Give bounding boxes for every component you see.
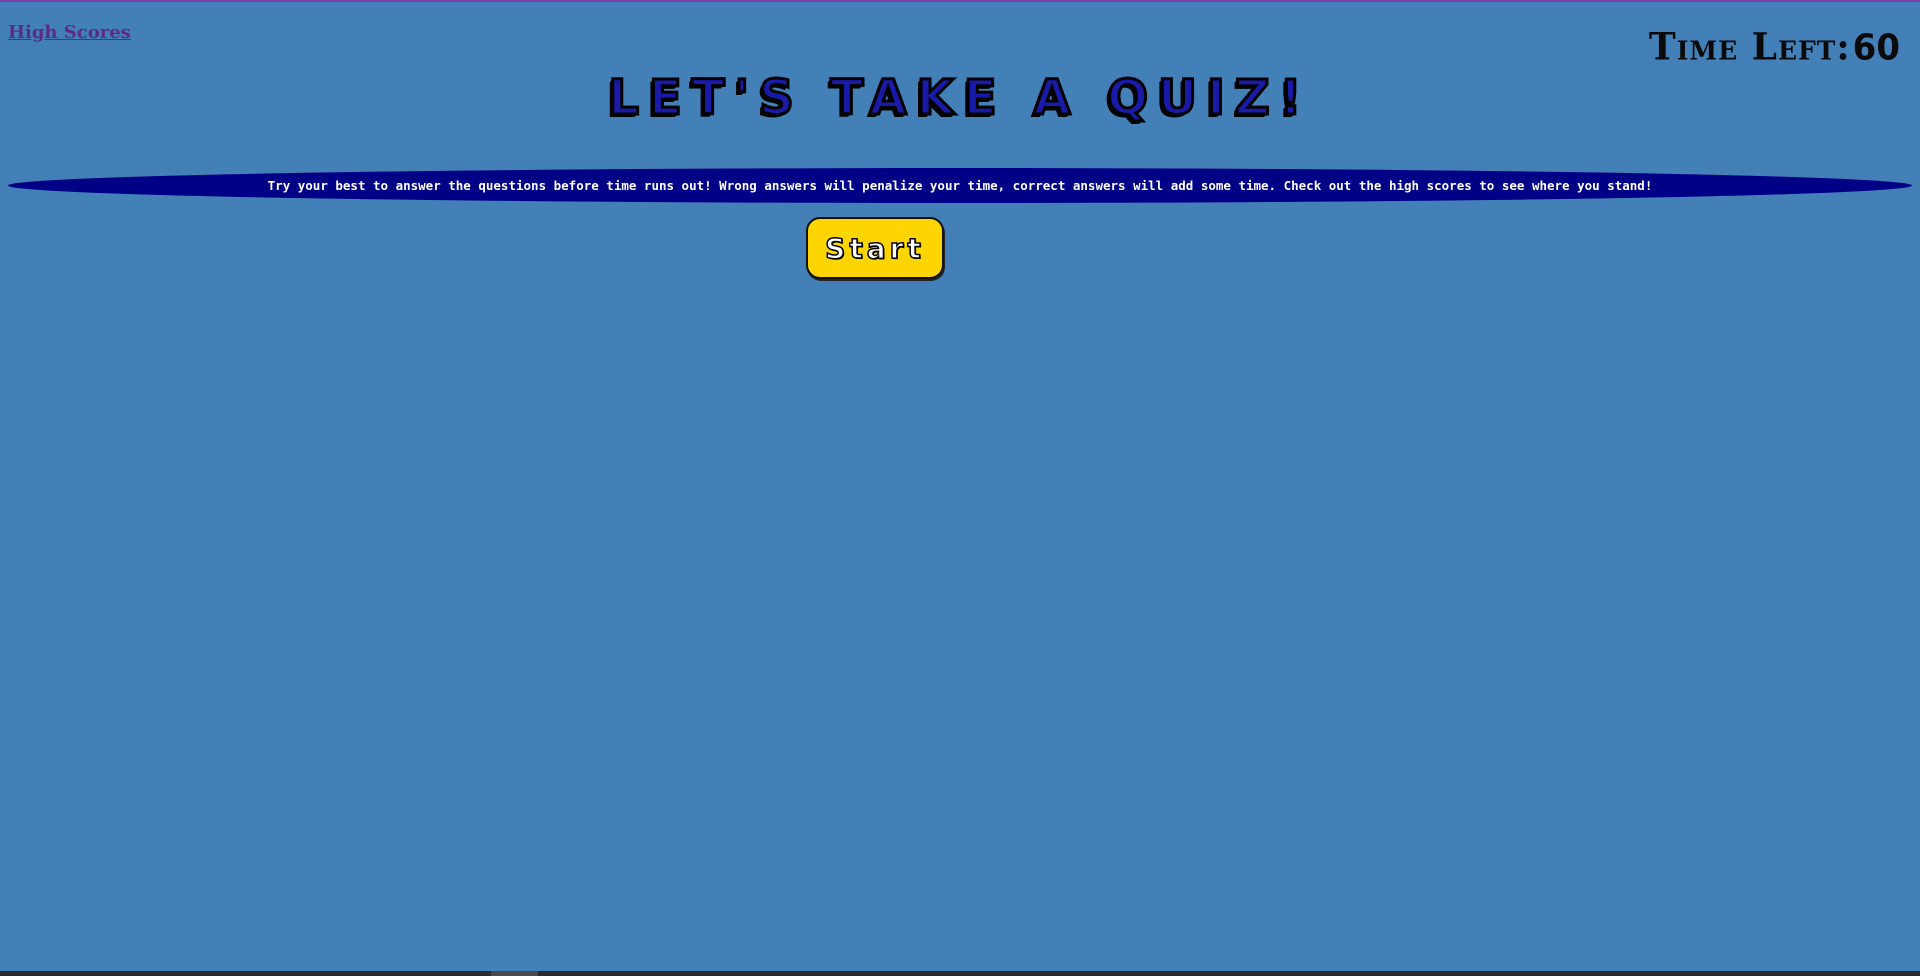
start-button[interactable]: Start — [806, 217, 944, 279]
top-border — [0, 0, 1920, 2]
high-scores-link[interactable]: High Scores — [8, 22, 131, 43]
intro-banner: Try your best to answer the questions be… — [8, 168, 1912, 203]
timer-value: 60 — [1852, 27, 1900, 70]
intro-text: Try your best to answer the questions be… — [267, 178, 1653, 193]
scrollbar-thumb[interactable] — [491, 971, 538, 976]
start-button-label: Start — [824, 231, 925, 266]
page-title: Let's Take a Quiz! — [607, 69, 1312, 128]
timer-label: Time Left: — [1648, 24, 1851, 70]
horizontal-scrollbar[interactable] — [0, 971, 1920, 976]
timer: Time Left: 60 — [1649, 25, 1900, 69]
